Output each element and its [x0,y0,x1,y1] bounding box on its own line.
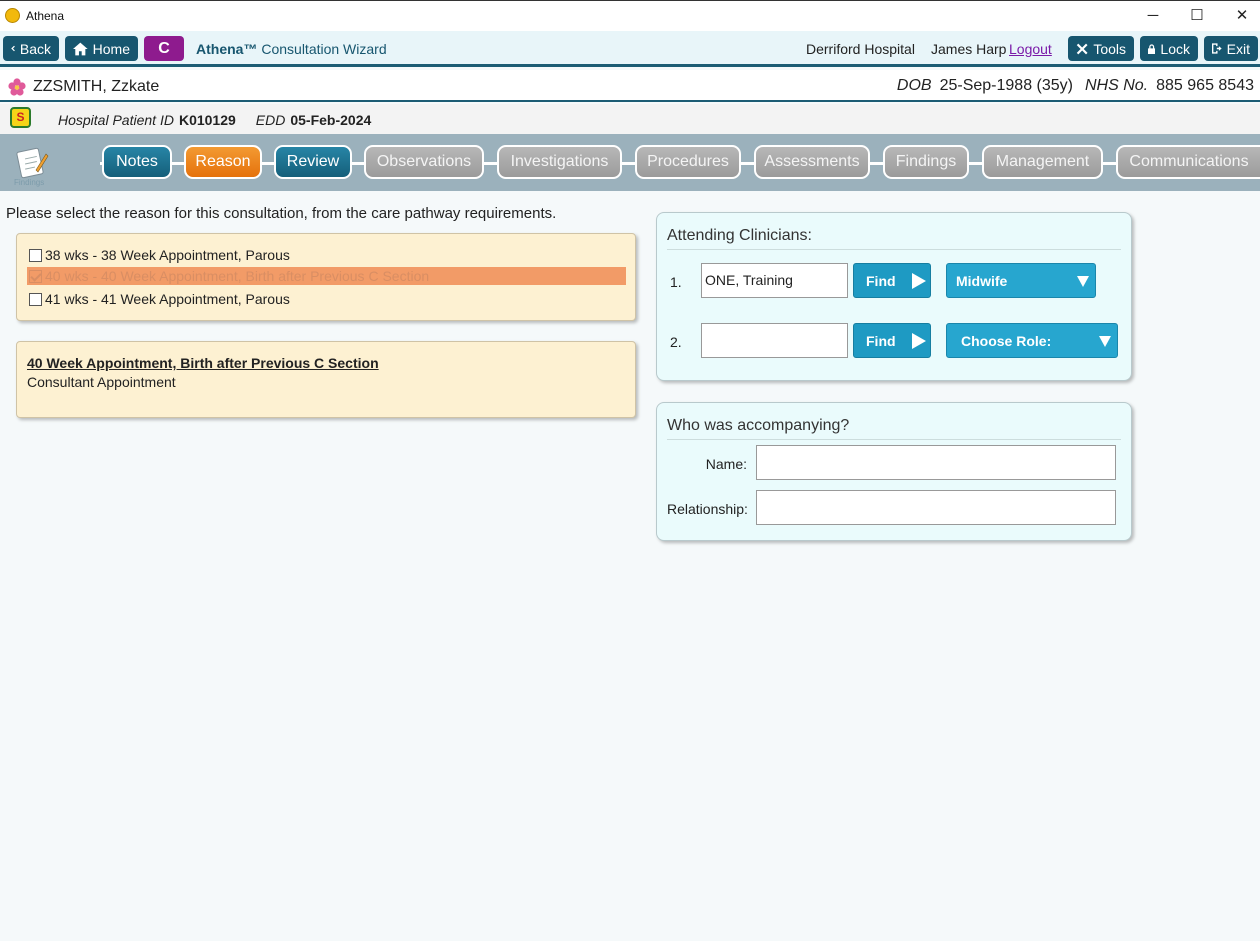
nhs-label: NHS No. [1085,77,1149,94]
reason-label: 41 wks - 41 Week Appointment, Parous [45,291,290,307]
tab-findings[interactable]: Findings [883,145,969,179]
tab-observations[interactable]: Observations [364,145,484,179]
play-arrow-icon [911,332,926,349]
exit-label: Exit [1226,40,1250,57]
reason-detail-subtitle: Consultant Appointment [27,374,176,390]
wizard-title-text: Consultation Wizard [261,41,387,57]
reason-option-40wks[interactable]: 40 wks - 40 Week Appointment, Birth afte… [27,267,626,285]
play-arrow-icon [911,272,926,289]
flower-icon [8,78,26,96]
lock-icon [1148,43,1156,54]
findings-icon-label: Findings [14,178,45,187]
tab-procedures[interactable]: Procedures [635,145,741,179]
wizard-title: Athena™ Consultation Wizard [196,41,387,57]
hpid-label: Hospital Patient ID [58,112,174,128]
reason-checkbox-checked[interactable] [29,269,42,283]
s-badge-icon[interactable]: S [10,107,31,128]
lock-button[interactable]: Lock [1140,36,1198,61]
reason-checkbox[interactable] [29,248,42,262]
window-title: Athena [26,9,65,23]
maximize-button[interactable]: ☐ [1177,5,1217,27]
back-label: Back [19,40,51,57]
tools-button[interactable]: Tools [1068,36,1134,61]
exit-button[interactable]: Exit [1204,36,1258,61]
role-value: Midwife [956,272,1008,289]
name-label: Name: [705,456,747,472]
patient-demographics: DOB 25-Sep-1988 (35y) NHS No. 885 965 8543 [897,77,1254,95]
tab-management[interactable]: Management [982,145,1103,179]
patient-id-bar: S Hospital Patient ID K010129 EDD 05-Feb-20… [0,104,1260,134]
accompanying-panel: Who was accompanying? Name: Relationship… [656,402,1132,541]
dob-label: DOB [896,77,932,94]
chevron-left-icon [11,45,15,52]
tab-reason[interactable]: Reason [184,145,262,179]
attending-clinicians-panel: Attending Clinicians: 1. ONE, Training F… [656,212,1132,381]
reason-checkbox[interactable] [29,292,42,306]
minimize-button[interactable]: ─ [1133,5,1173,27]
find-label: Find [866,332,896,349]
window-titlebar: Athena ─ ☐ ✕ [0,0,1260,31]
home-button[interactable]: Home [65,36,138,61]
accompanying-title: Who was accompanying? [667,417,850,434]
find-label: Find [866,272,896,289]
clinicians-title: Attending Clinicians: [667,227,812,244]
clinician-2-find-button[interactable]: Find [853,323,931,358]
dropdown-arrow-icon [1099,336,1111,347]
accompanying-name-input[interactable] [756,445,1116,480]
edd-label: EDD [255,112,286,128]
divider [667,439,1121,440]
reason-detail-title: 40 Week Appointment, Birth after Previou… [27,355,379,371]
dob-value: 25-Sep-1988 (35y) [939,77,1073,94]
clinician-2-role-select[interactable]: Choose Role: [946,323,1118,358]
exit-icon [1212,43,1222,54]
reason-list-panel: 38 wks - 38 Week Appointment, Parous 40 … [16,233,636,321]
patient-banner: ZZSMITH, Zzkate DOB 25-Sep-1988 (35y) NHS … [0,70,1260,102]
hospital-name: Derriford Hospital [806,41,915,57]
clinician-number: 1. [670,274,682,290]
dropdown-arrow-icon [1077,276,1089,287]
reason-label: 40 wks - 40 Week Appointment, Birth afte… [45,268,430,284]
clinical-menu-button[interactable]: C [144,36,184,61]
tab-review[interactable]: Review [274,145,352,179]
accompanying-relationship-input[interactable] [756,490,1116,525]
main-toolbar: Back Home C Athena™ Consultation Wizard … [0,31,1260,67]
lock-label: Lock [1160,40,1190,57]
reason-option-41wks[interactable]: 41 wks - 41 Week Appointment, Parous [27,290,626,308]
close-button[interactable]: ✕ [1222,5,1260,27]
edd-value: 05-Feb-2024 [290,112,372,128]
clinician-1-role-select[interactable]: Midwife [946,263,1096,298]
patient-name: ZZSMITH, Zzkate [33,78,160,95]
clinician-2-input[interactable] [701,323,848,358]
divider [667,249,1121,250]
logout-link[interactable]: Logout [1009,41,1052,57]
role-value: Choose Role: [961,332,1052,349]
relationship-label: Relationship: [667,501,748,517]
reason-label: 38 wks - 38 Week Appointment, Parous [45,247,290,263]
reason-detail-panel: 40 Week Appointment, Birth after Previou… [16,341,636,418]
patient-identifiers: Hospital Patient ID K010129 EDD 05-Feb-2024 [58,112,391,128]
athena-logo-icon [5,8,20,23]
clinician-number: 2. [670,334,682,350]
tab-notes[interactable]: Notes [102,145,172,179]
nhs-value: 885 965 8543 [1156,77,1254,94]
hpid-value: K010129 [178,112,236,128]
tab-communications[interactable]: Communications [1116,145,1260,179]
tools-icon [1076,43,1088,54]
reason-prompt: Please select the reason for this consul… [6,205,557,222]
wizard-brand: Athena™ [196,41,258,57]
clinician-1-input[interactable]: ONE, Training [701,263,848,298]
tools-label: Tools [1093,40,1126,57]
tab-investigations[interactable]: Investigations [497,145,622,179]
home-icon [73,42,88,55]
tab-assessments[interactable]: Assessments [754,145,870,179]
user-name: James Harp [931,41,1007,57]
home-label: Home [92,40,130,57]
back-button[interactable]: Back [3,36,59,61]
wizard-tab-bar: Findings Notes Reason Review Observation… [0,134,1260,191]
clinician-1-find-button[interactable]: Find [853,263,931,298]
reason-option-38wks[interactable]: 38 wks - 38 Week Appointment, Parous [27,246,626,264]
